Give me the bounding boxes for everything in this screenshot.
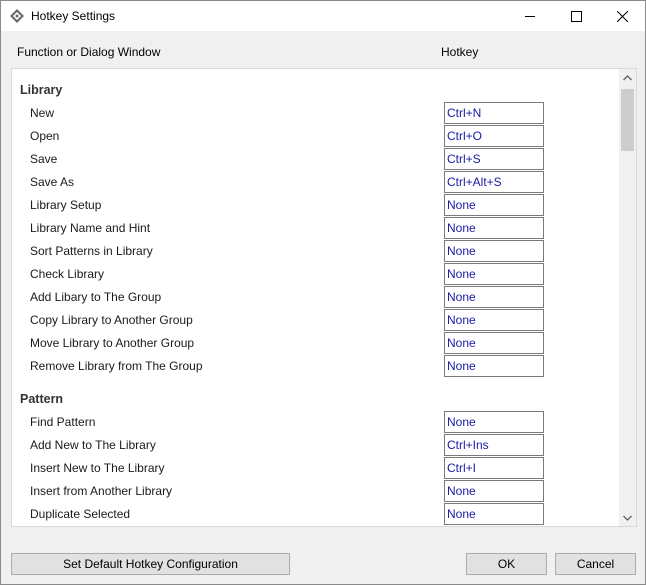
hotkey-field[interactable]: None xyxy=(444,332,544,354)
row-label: Library Name and Hint xyxy=(30,221,151,235)
hotkey-field[interactable]: None xyxy=(444,240,544,262)
scrollbar-thumb[interactable] xyxy=(621,89,634,151)
row-label: Check Library xyxy=(30,267,105,281)
set-default-hotkey-button[interactable]: Set Default Hotkey Configuration xyxy=(11,553,290,575)
cancel-button[interactable]: Cancel xyxy=(555,553,636,575)
hotkey-field[interactable]: None xyxy=(444,194,544,216)
section-title-pattern: Pattern xyxy=(20,392,64,406)
minimize-button[interactable] xyxy=(507,1,553,31)
scroll-down-button[interactable] xyxy=(619,509,636,526)
hotkey-field[interactable]: Ctrl+S xyxy=(444,148,544,170)
window-title: Hotkey Settings xyxy=(31,9,116,23)
maximize-button[interactable] xyxy=(553,1,599,31)
row-label: Move Library to Another Group xyxy=(30,336,195,350)
section-title-library: Library xyxy=(20,83,63,97)
row-label: Sort Patterns in Library xyxy=(30,244,153,258)
row-label: Save xyxy=(30,152,58,166)
hotkey-column-header: Hotkey xyxy=(441,45,479,59)
hotkey-field[interactable]: Ctrl+N xyxy=(444,102,544,124)
hotkey-field[interactable]: None xyxy=(444,411,544,433)
minimize-icon xyxy=(524,15,535,17)
hotkey-field[interactable]: Ctrl+Ins xyxy=(444,434,544,456)
hotkey-settings-window: Hotkey Settings Function or Dialog Windo… xyxy=(0,0,646,585)
row-label: Duplicate Selected xyxy=(30,507,131,521)
row-label: Open xyxy=(30,129,60,143)
hotkey-field[interactable]: None xyxy=(444,217,544,239)
hotkey-field[interactable]: None xyxy=(444,309,544,331)
vertical-scrollbar[interactable] xyxy=(619,69,636,526)
hotkey-field[interactable]: None xyxy=(444,263,544,285)
row-label: Insert from Another Library xyxy=(30,484,173,498)
hotkey-field[interactable]: None xyxy=(444,286,544,308)
row-label: Save As xyxy=(30,175,75,189)
chevron-up-icon xyxy=(623,74,632,80)
row-label: Find Pattern xyxy=(30,415,96,429)
hotkey-field[interactable]: None xyxy=(444,355,544,377)
scroll-up-button[interactable] xyxy=(619,69,636,86)
app-diamond-icon xyxy=(10,9,24,23)
close-button[interactable] xyxy=(599,1,645,31)
row-label: Insert New to The Library xyxy=(30,461,165,475)
hotkey-field[interactable]: Ctrl+O xyxy=(444,125,544,147)
hotkey-field[interactable]: None xyxy=(444,480,544,502)
hotkey-field[interactable]: None xyxy=(444,503,544,525)
row-label: New xyxy=(30,106,55,120)
hotkey-field[interactable]: Ctrl+I xyxy=(444,457,544,479)
close-icon xyxy=(616,10,628,22)
hotkey-list[interactable]: Library New Ctrl+N Open Ctrl+O Save Ctrl… xyxy=(11,68,637,527)
ok-button[interactable]: OK xyxy=(466,553,547,575)
title-bar: Hotkey Settings xyxy=(1,1,645,31)
chevron-down-icon xyxy=(623,515,632,521)
row-label: Remove Library from The Group xyxy=(30,359,203,373)
row-label: Copy Library to Another Group xyxy=(30,313,193,327)
row-label: Library Setup xyxy=(30,198,102,212)
function-column-header: Function or Dialog Window xyxy=(17,45,161,59)
hotkey-field[interactable]: Ctrl+Alt+S xyxy=(444,171,544,193)
row-label: Add New to The Library xyxy=(30,438,156,452)
row-label: Add Libary to The Group xyxy=(30,290,162,304)
column-header: Function or Dialog Window Hotkey xyxy=(1,31,645,67)
maximize-icon xyxy=(570,10,582,22)
